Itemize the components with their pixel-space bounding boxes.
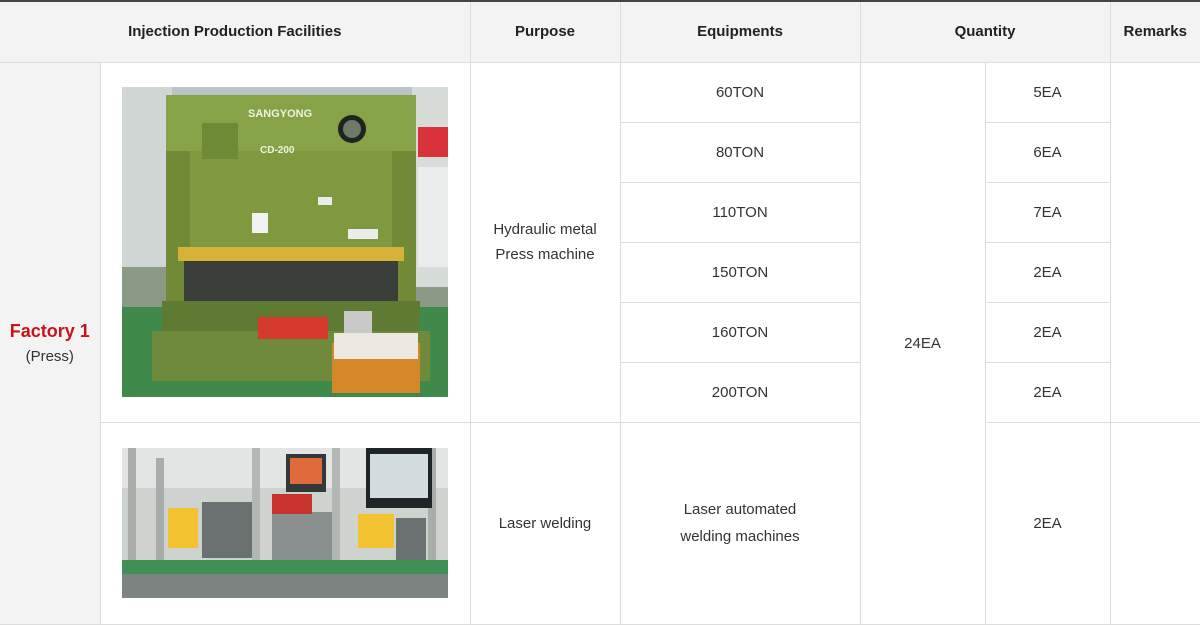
press-brand-text: SANGYONG [248,108,312,120]
press-purpose-cell: Hydraulic metal Press machine [469,61,621,423]
press-purpose-line1: Hydraulic metal [493,221,597,238]
table-header-row: Injection Production Facilities Purpose … [0,0,1200,63]
welding-machine-illustration [122,448,448,598]
factory-subtitle: (Press) [25,348,74,365]
press-purpose-line2: Press machine [495,246,595,263]
header-equipments: Equipments [619,0,861,63]
weld-purpose-cell: Laser welding [469,421,621,625]
equipment-cell: 200TON [620,361,861,423]
quantity-cell: 5EA [984,61,1111,123]
press-photo-cell: SANGYONG CD-200 [99,61,471,423]
weld-photo-cell [100,421,471,625]
weld-equipment-line1: Laser automated [683,501,797,518]
welding-machine-image [122,448,448,598]
factory-name: Factory 1 [9,321,90,341]
header-remarks: Remarks [1109,0,1200,63]
quantity-cell: 2EA [984,241,1110,303]
weld-equipment-cell: Laser automated welding machines [619,421,861,625]
equipment-cell: 150TON [620,241,861,303]
factory-cell: Factory 1 (Press) [0,61,101,625]
remarks-cell [1109,421,1200,625]
quantity-cell: 7EA [984,181,1110,243]
quantity-cell: 6EA [984,121,1110,183]
facility-table: Injection Production Facilities Purpose … [0,0,1200,625]
table-row: Laser welding Laser automated welding ma… [0,421,1200,625]
table-row: Factory 1 (Press) SANGYONG CD-200 Hydrau… [0,61,1200,625]
remarks-cell [1109,61,1200,423]
header-purpose: Purpose [469,0,621,63]
weld-equipment-line2: welding machines [680,528,800,545]
equipment-cell: 110TON [620,181,861,243]
header-quantity: Quantity [859,0,1111,63]
press-machine-image: SANGYONG CD-200 [122,87,448,397]
quantity-cell: 2EA [984,301,1110,363]
total-quantity-cell: 24EA [859,61,986,625]
equipment-cell: 160TON [620,301,861,363]
weld-quantity-cell: 2EA [984,421,1111,625]
equipment-cell: 80TON [620,121,861,183]
weld-equipment: Laser automated welding machines [680,496,799,550]
equipment-cell: 60TON [619,61,861,123]
header-facilities: Injection Production Facilities [0,0,471,63]
press-purpose: Hydraulic metal Press machine [493,217,596,267]
press-model-text: CD-200 [260,145,295,156]
quantity-cell: 2EA [984,361,1110,423]
press-machine-illustration: SANGYONG CD-200 [122,87,448,397]
facility-table-container: Injection Production Facilities Purpose … [0,0,1200,625]
